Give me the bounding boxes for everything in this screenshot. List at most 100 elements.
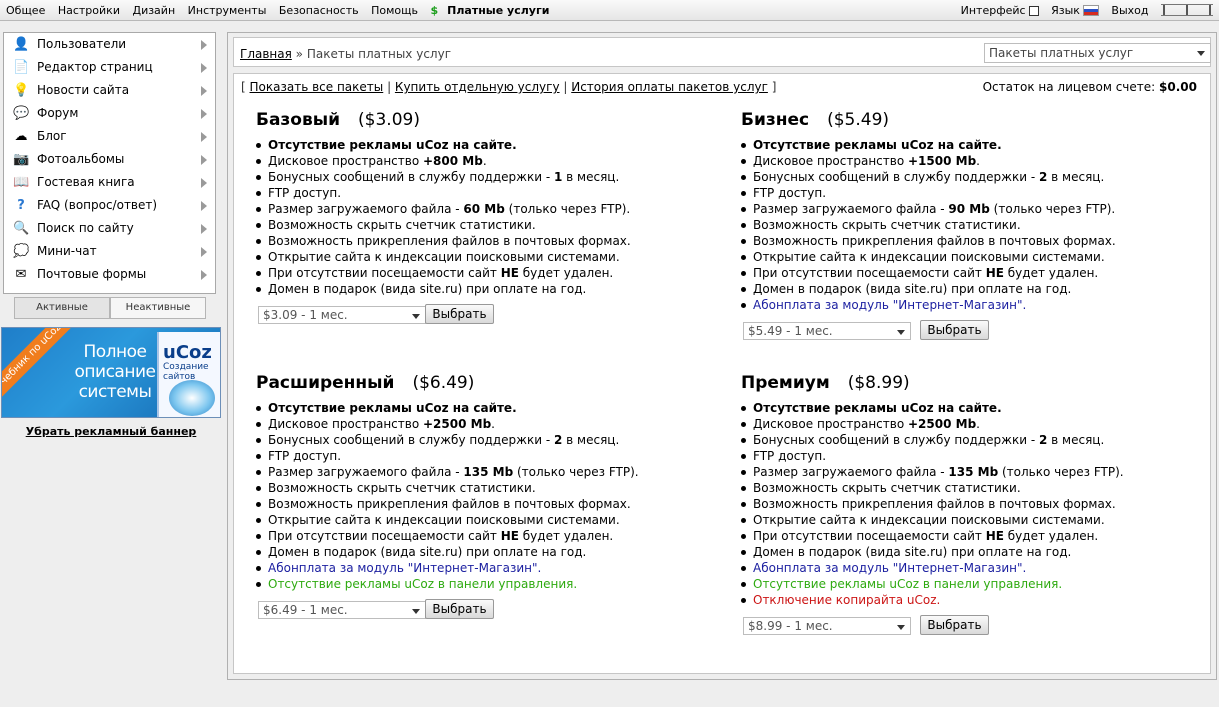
feature-item: Открытие сайта к индексации поисковыми с… (741, 249, 1211, 265)
menu-security[interactable]: Безопасность (279, 4, 359, 17)
package-links: [ Показать все пакеты | Купить отдельную… (241, 80, 777, 94)
package-premium: Премиум ($8.99) Отсутствие рекламы uCoz на… (741, 372, 1211, 637)
feature-text-post: в месяц. (1047, 433, 1105, 447)
main-panel: Главная » Пакеты платных услуг Пакеты пл… (227, 32, 1217, 680)
forum-icon: 💬 (13, 106, 30, 121)
menu-design[interactable]: Дизайн (132, 4, 175, 17)
feature-text-pre: Открытие сайта к индексации поисковыми с… (753, 250, 1105, 264)
menu-general[interactable]: Общее (6, 4, 45, 17)
feature-text-pre: Бонусных сообщений в службу поддержки - (753, 433, 1039, 447)
chevron-right-icon (201, 86, 207, 96)
period-select[interactable]: $5.49 - 1 мес. (743, 322, 911, 340)
sidebar-item-blog[interactable]: ☁ Блог (4, 125, 215, 148)
sidebar-item-page-editor[interactable]: 📄 Редактор страниц (4, 56, 215, 79)
feature-text-pre: Возможность скрыть счетчик статистики. (753, 218, 1021, 232)
feature-text-pre: Абонплата за модуль "Интернет-Магазин". (753, 298, 1027, 312)
chat-icon: 💭 (13, 244, 30, 259)
sidebar-tabs: Активные Неактивные (14, 297, 206, 319)
feature-text-pre: Возможность прикрепления файлов в почтов… (753, 497, 1116, 511)
packages-content: [ Показать все пакеты | Купить отдельную… (233, 73, 1211, 674)
feature-text-pre: Дисковое пространство (268, 417, 423, 431)
package-basic: Базовый ($3.09) Отсутствие рекламы uCoz на… (256, 109, 726, 326)
feature-text-bold: +800 Mb (423, 154, 483, 168)
feature-item: При отсутствии посещаемости сайт НЕ буде… (256, 528, 726, 544)
feature-text-bold: Отсутствие рекламы uCoz на сайте. (268, 401, 517, 415)
feature-list: Отсутствие рекламы uCoz на сайте. Дисково… (741, 400, 1211, 608)
show-all-packages-link[interactable]: Показать все пакеты (250, 80, 384, 94)
interface-checkbox[interactable] (1028, 5, 1039, 16)
package-name: Бизнес (741, 110, 810, 130)
logout-link[interactable]: Выход (1111, 4, 1148, 17)
feature-item: FTP доступ. (256, 185, 726, 201)
breadcrumb-home-link[interactable]: Главная (240, 47, 292, 61)
buy-single-service-link[interactable]: Купить отдельную услугу (395, 80, 560, 94)
choose-button[interactable]: Выбрать (920, 615, 989, 635)
feature-item: Возможность прикрепления файлов в почтов… (256, 233, 726, 249)
width-slider[interactable] (1161, 4, 1213, 16)
chevron-right-icon (201, 155, 207, 165)
period-select[interactable]: $3.09 - 1 мес. (258, 306, 426, 324)
menu-paid-services[interactable]: $ Платные услуги (430, 4, 558, 17)
chevron-down-icon (897, 625, 905, 630)
remove-banner-link[interactable]: Убрать рекламный баннер (1, 425, 221, 438)
feature-text-pre: Возможность прикрепления файлов в почтов… (268, 234, 631, 248)
feature-text-pre: При отсутствии посещаемости сайт (753, 529, 986, 543)
purchase-row: $8.99 - 1 мес. Выбрать (741, 615, 1211, 637)
feature-text-post: в месяц. (562, 433, 620, 447)
russian-flag-icon[interactable] (1082, 5, 1099, 16)
payment-history-link[interactable]: История оплаты пакетов услуг (571, 80, 768, 94)
feature-text-bold: 135 Mb (463, 465, 514, 479)
sidebar-item-search[interactable]: 🔍 Поиск по сайту (4, 217, 215, 240)
dollar-icon: $ (430, 4, 439, 17)
menu-settings[interactable]: Настройки (58, 4, 120, 17)
feature-item: Дисковое пространство +2500 Mb. (256, 416, 726, 432)
language-switch[interactable]: Язык (1051, 4, 1099, 17)
breadcrumb-bar: Главная » Пакеты платных услуг Пакеты пл… (233, 37, 1211, 67)
sidebar-item-minichat[interactable]: 💭 Мини-чат (4, 240, 215, 263)
period-select[interactable]: $8.99 - 1 мес. (743, 617, 911, 635)
feature-list: Отсутствие рекламы uCoz на сайте. Дисково… (256, 137, 726, 297)
tab-active[interactable]: Активные (14, 297, 110, 319)
choose-button[interactable]: Выбрать (425, 304, 494, 324)
period-select[interactable]: $6.49 - 1 мес. (258, 601, 426, 619)
feature-text-pre: Домен в подарок (вида site.ru) при оплат… (753, 282, 1072, 296)
feature-text-pre: Дисковое пространство (753, 154, 908, 168)
sidebar-item-news[interactable]: 💡 Новости сайта (4, 79, 215, 102)
feature-text-pre: Открытие сайта к индексации поисковыми с… (268, 250, 620, 264)
banner-book-image: uCoz Создание сайтов (157, 332, 220, 417)
package-price: ($6.49) (412, 373, 475, 393)
section-select[interactable]: Пакеты платных услуг (984, 43, 1211, 63)
menu-tools[interactable]: Инструменты (188, 4, 267, 17)
chevron-right-icon (201, 132, 207, 142)
banner-book-title: uCoz (163, 342, 212, 363)
feature-text-post: (только через FTP). (513, 465, 639, 479)
feature-item: Отключение копирайта uCoz. (741, 592, 1211, 608)
feature-text-post: будет удален. (1003, 266, 1099, 280)
feature-text-pre: Открытие сайта к индексации поисковыми с… (268, 513, 620, 527)
tab-inactive[interactable]: Неактивные (110, 297, 206, 319)
feature-text-post: (только через FTP). (504, 202, 631, 216)
interface-toggle[interactable]: Интерфейс (961, 4, 1039, 17)
feature-item: Абонплата за модуль "Интернет-Магазин". (741, 297, 1211, 313)
chevron-right-icon (201, 63, 207, 73)
feature-item: Домен в подарок (вида site.ru) при оплат… (256, 281, 726, 297)
sidebar-item-guestbook[interactable]: 📖 Гостевая книга (4, 171, 215, 194)
sidebar-item-forum[interactable]: 💬 Форум (4, 102, 215, 125)
feature-item: Домен в подарок (вида site.ru) при оплат… (256, 544, 726, 560)
feature-item: Домен в подарок (вида site.ru) при оплат… (741, 281, 1211, 297)
sidebar-item-mailforms[interactable]: ✉ Почтовые формы (4, 263, 215, 286)
feature-item: Отсутствие рекламы uCoz на сайте. (741, 400, 1211, 416)
purchase-row: $5.49 - 1 мес. Выбрать (741, 320, 1211, 342)
choose-button[interactable]: Выбрать (425, 599, 494, 619)
chevron-right-icon (201, 270, 207, 280)
feature-item: Возможность скрыть счетчик статистики. (741, 480, 1211, 496)
choose-button[interactable]: Выбрать (920, 320, 989, 340)
sidebar-item-photo[interactable]: 📷 Фотоальбомы (4, 148, 215, 171)
language-label: Язык (1051, 3, 1080, 17)
sidebar-item-faq[interactable]: ? FAQ (вопрос/ответ) (4, 194, 215, 217)
feature-item: При отсутствии посещаемости сайт НЕ буде… (741, 528, 1211, 544)
sidebar-item-users[interactable]: 👤 Пользователи (4, 33, 215, 56)
ad-banner[interactable]: Учебник по uCoz Полное описание системы … (1, 327, 221, 418)
menu-help[interactable]: Помощь (371, 4, 418, 17)
feature-item: Открытие сайта к индексации поисковыми с… (256, 512, 726, 528)
